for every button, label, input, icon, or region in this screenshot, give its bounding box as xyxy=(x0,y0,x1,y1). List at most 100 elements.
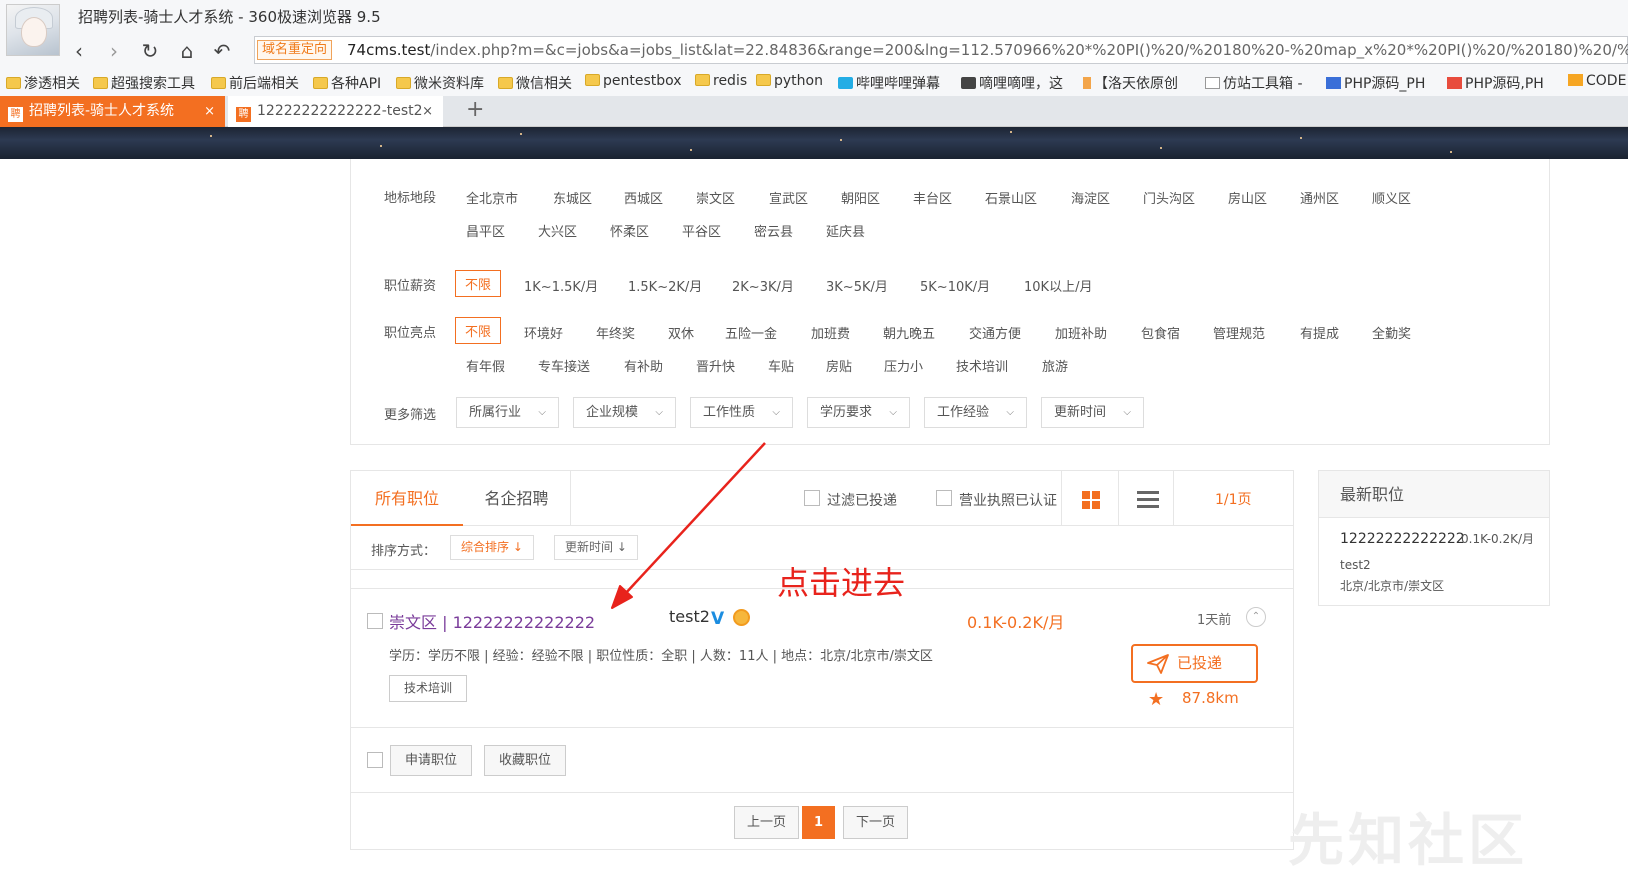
landmark-option[interactable]: 延庆县 xyxy=(826,221,865,240)
apply-job-button[interactable]: 申请职位 xyxy=(390,745,473,776)
salary-option-selected[interactable]: 不限 xyxy=(455,270,502,297)
highlight-option[interactable]: 专车接送 xyxy=(538,356,590,375)
close-icon[interactable]: × xyxy=(422,96,433,127)
salary-option[interactable]: 5K~10K/月 xyxy=(920,276,990,295)
salary-option[interactable]: 1.5K~2K/月 xyxy=(628,276,702,295)
landmark-option[interactable]: 通州区 xyxy=(1300,188,1339,207)
sidebar-job-title[interactable]: 12222222222222 xyxy=(1340,531,1465,547)
sort-general-button[interactable]: 综合排序 ↓ xyxy=(450,535,534,560)
highlight-option[interactable]: 朝九晚五 xyxy=(883,323,935,342)
bookmark-item[interactable]: 超强搜索工具 xyxy=(93,73,195,93)
highlight-option[interactable]: 压力小 xyxy=(884,356,923,375)
highlight-option[interactable]: 交通方便 xyxy=(969,323,1021,342)
company-size-dropdown[interactable]: 企业规模 ⌵ xyxy=(573,397,676,428)
bookmark-item[interactable]: 前后端相关 xyxy=(211,73,299,93)
landmark-option[interactable]: 大兴区 xyxy=(538,221,577,240)
job-title-link[interactable]: 崇文区 | 12222222222222 xyxy=(389,609,595,633)
landmark-option[interactable]: 崇文区 xyxy=(696,188,735,207)
filter-applied-checkbox[interactable] xyxy=(804,490,820,506)
education-dropdown[interactable]: 学历要求 ⌵ xyxy=(807,397,910,428)
user-avatar[interactable] xyxy=(6,4,60,56)
address-bar[interactable]: 域名重定向 74cms.test/index.php?m=&c=jobs&a=j… xyxy=(254,36,1628,64)
bookmark-item[interactable]: 微米资料库 xyxy=(396,73,484,93)
highlight-option[interactable]: 包食宿 xyxy=(1141,323,1180,342)
new-tab-button[interactable]: + xyxy=(466,96,484,124)
landmark-option[interactable]: 海淀区 xyxy=(1071,188,1110,207)
highlight-option[interactable]: 旅游 xyxy=(1042,356,1068,375)
back-icon[interactable]: ‹ xyxy=(66,38,92,64)
home-icon[interactable]: ⌂ xyxy=(174,38,200,64)
landmark-option[interactable]: 朝阳区 xyxy=(841,188,880,207)
bookmark-item[interactable]: redis xyxy=(695,73,747,89)
bookmark-item[interactable]: pentestbox xyxy=(585,73,682,89)
bookmark-item[interactable]: 哔哩哔哩弹幕 xyxy=(838,73,940,93)
highlight-option[interactable]: 环境好 xyxy=(524,323,563,342)
landmark-option[interactable]: 全北京市 xyxy=(466,188,518,207)
landmark-option[interactable]: 密云县 xyxy=(754,221,793,240)
highlight-option[interactable]: 五险一金 xyxy=(725,323,777,342)
highlight-option[interactable]: 有提成 xyxy=(1300,323,1339,342)
landmark-option[interactable]: 顺义区 xyxy=(1372,188,1411,207)
salary-option[interactable]: 2K~3K/月 xyxy=(732,276,794,295)
landmark-option[interactable]: 东城区 xyxy=(553,188,592,207)
job-select-checkbox[interactable] xyxy=(367,613,383,629)
highlight-option[interactable]: 双休 xyxy=(668,323,694,342)
experience-dropdown[interactable]: 工作经验 ⌵ xyxy=(924,397,1027,428)
bookmark-item[interactable]: 仿站工具箱 - xyxy=(1205,73,1303,93)
bookmark-item[interactable]: 微信相关 xyxy=(498,73,572,93)
grid-view-icon[interactable] xyxy=(1082,491,1100,509)
bookmark-item[interactable]: CODE xyxy=(1568,73,1626,89)
select-all-checkbox[interactable] xyxy=(367,752,383,768)
tab-famous-companies[interactable]: 名企招聘 xyxy=(463,471,571,526)
highlight-option[interactable]: 有年假 xyxy=(466,356,505,375)
highlight-option[interactable]: 房贴 xyxy=(826,356,852,375)
highlight-option[interactable]: 技术培训 xyxy=(956,356,1008,375)
highlight-option[interactable]: 年终奖 xyxy=(596,323,635,342)
highlight-option[interactable]: 加班补助 xyxy=(1055,323,1107,342)
bookmark-item[interactable]: 嘀哩嘀哩，这 xyxy=(961,73,1063,93)
highlight-option[interactable]: 管理规范 xyxy=(1213,323,1265,342)
bookmark-item[interactable]: PHP源码,PH xyxy=(1447,73,1544,93)
bookmark-item[interactable]: PHP源码_PH xyxy=(1326,73,1425,93)
highlight-option[interactable]: 加班费 xyxy=(811,323,850,342)
highlight-option[interactable]: 车贴 xyxy=(768,356,794,375)
job-nature-dropdown[interactable]: 工作性质 ⌵ xyxy=(690,397,793,428)
salary-option[interactable]: 10K以上/月 xyxy=(1024,276,1092,295)
current-page-button[interactable]: 1 xyxy=(802,806,836,839)
tab-job-detail[interactable]: 聘 12222222222222-test2 × xyxy=(228,96,443,127)
landmark-option[interactable]: 门头沟区 xyxy=(1143,188,1195,207)
landmark-option[interactable]: 宣武区 xyxy=(769,188,808,207)
industry-dropdown[interactable]: 所属行业 ⌵ xyxy=(456,397,559,428)
landmark-option[interactable]: 石景山区 xyxy=(985,188,1037,207)
url-text[interactable]: 74cms.test/index.php?m=&c=jobs&a=jobs_li… xyxy=(347,41,1628,59)
filter-licensed-checkbox[interactable] xyxy=(936,490,952,506)
salary-option[interactable]: 1K~1.5K/月 xyxy=(524,276,598,295)
favorite-job-button[interactable]: 收藏职位 xyxy=(484,745,567,776)
bookmark-item[interactable]: 【洛天依原创 xyxy=(1083,73,1178,93)
forward-icon[interactable]: › xyxy=(101,38,127,64)
landmark-option[interactable]: 房山区 xyxy=(1228,188,1267,207)
landmark-option[interactable]: 怀柔区 xyxy=(610,221,649,240)
bookmark-item[interactable]: python xyxy=(756,73,823,89)
highlight-option[interactable]: 晋升快 xyxy=(696,356,735,375)
applied-button[interactable]: 已投递 xyxy=(1131,644,1258,683)
reload-icon[interactable]: ↻ xyxy=(137,38,163,64)
sidebar-company[interactable]: test2 xyxy=(1340,558,1371,572)
landmark-option[interactable]: 平谷区 xyxy=(682,221,721,240)
highlight-option-selected[interactable]: 不限 xyxy=(455,317,502,344)
bookmark-item[interactable]: 渗透相关 xyxy=(6,73,80,93)
prev-page-button[interactable]: 上一页 xyxy=(734,806,800,839)
bookmark-item[interactable]: 各种API xyxy=(313,73,381,93)
landmark-option[interactable]: 昌平区 xyxy=(466,221,505,240)
update-time-dropdown[interactable]: 更新时间 ⌵ xyxy=(1041,397,1144,428)
tab-all-jobs[interactable]: 所有职位 xyxy=(351,471,463,526)
landmark-option[interactable]: 西城区 xyxy=(624,188,663,207)
landmark-option[interactable]: 丰台区 xyxy=(913,188,952,207)
highlight-option[interactable]: 有补助 xyxy=(624,356,663,375)
tab-jobs-list[interactable]: 聘招聘列表-骑士人才系统 × xyxy=(0,96,225,127)
close-icon[interactable]: × xyxy=(204,96,215,127)
next-page-button[interactable]: 下一页 xyxy=(843,806,909,839)
list-view-icon[interactable] xyxy=(1137,491,1159,509)
highlight-option[interactable]: 全勤奖 xyxy=(1372,323,1411,342)
undo-icon[interactable]: ↶ xyxy=(209,38,235,64)
